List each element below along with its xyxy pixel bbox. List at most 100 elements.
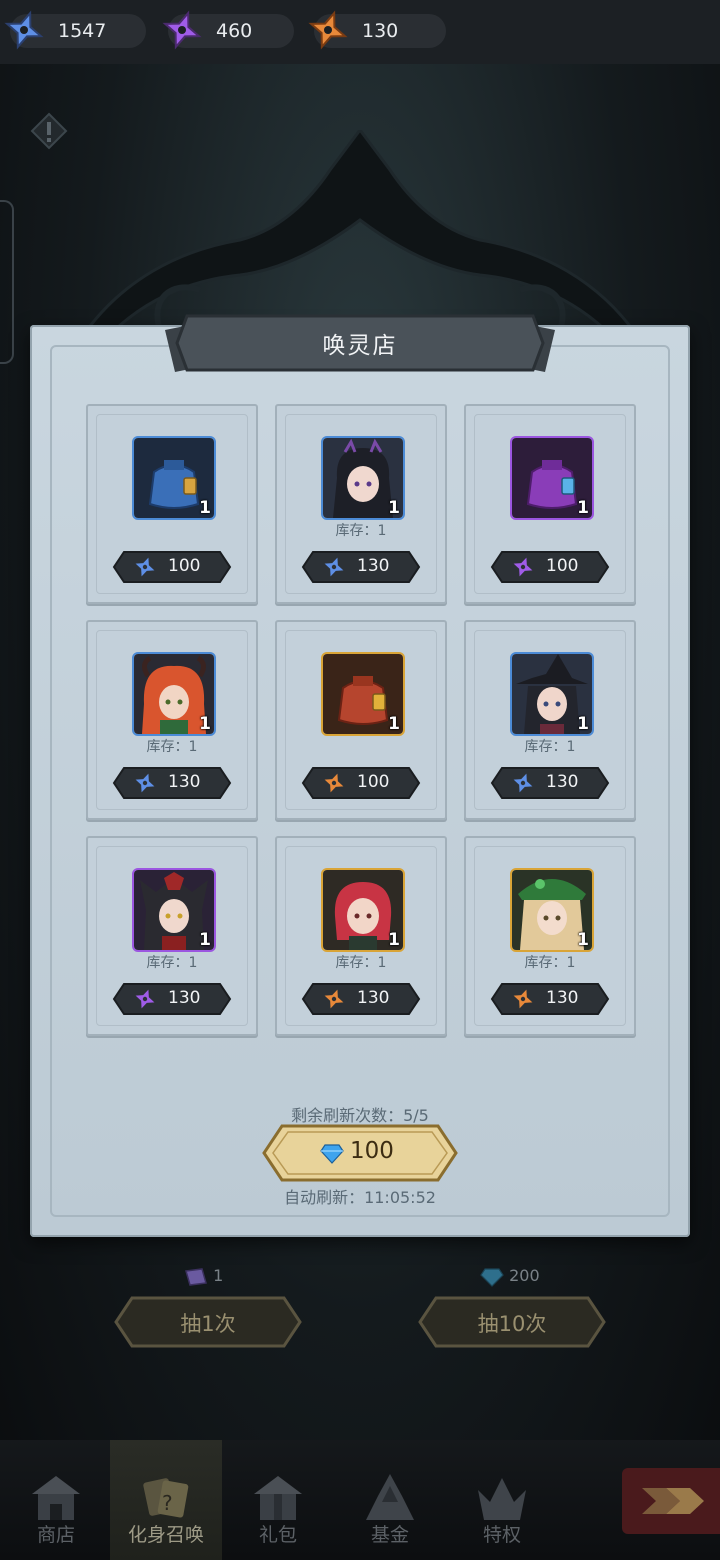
item-count: 1 [577, 930, 589, 950]
item-stock: 库存：1 [524, 955, 576, 971]
draw-one-cost-value: 1 [213, 1266, 224, 1285]
side-tab[interactable] [0, 200, 14, 364]
privilege-crown-icon [478, 1478, 526, 1520]
purple-shuriken-icon [135, 989, 155, 1009]
refresh-button[interactable]: 100 [262, 1124, 458, 1182]
resource-purple-shuriken[interactable]: 460 [162, 10, 294, 50]
orange-shuriken-icon [308, 10, 348, 50]
item-price: 100 [168, 556, 201, 576]
shop-item-card[interactable]: 1 100 [86, 404, 258, 604]
refresh-cost: 100 [350, 1138, 394, 1164]
shop-item-card[interactable]: 1 库存：1 130 [86, 620, 258, 820]
shop-item-icon: 1 [321, 436, 405, 520]
price-tag[interactable]: 130 [112, 766, 232, 800]
item-price: 100 [357, 772, 390, 792]
svg-text:?: ? [162, 1491, 173, 1515]
item-price: 130 [357, 988, 390, 1008]
resource-value: 130 [362, 20, 399, 42]
item-stock: 库存：1 [335, 955, 387, 971]
nav-label: 特权 [482, 1524, 521, 1546]
shop-item-icon: 1 [321, 868, 405, 952]
item-count: 1 [388, 498, 400, 518]
shop-item-icon: 1 [132, 436, 216, 520]
shop-item-card[interactable]: 1 库存：1 130 [275, 404, 447, 604]
item-stock: 库存：1 [146, 739, 198, 755]
item-stock: 库存：1 [524, 739, 576, 755]
blue-shuriken-icon [135, 773, 155, 793]
diamond-icon [480, 1267, 504, 1287]
shop-item-card[interactable]: 1 库存：1 130 [86, 836, 258, 1036]
nav-label: 化身召唤 [127, 1524, 204, 1546]
purple-shuriken-icon [513, 557, 533, 577]
shop-item-card[interactable]: 1 100 [275, 620, 447, 820]
price-tag[interactable]: 130 [301, 550, 421, 584]
orange-shuriken-icon [513, 989, 533, 1009]
nav-label: 商店 [36, 1524, 75, 1546]
item-count: 1 [199, 930, 211, 950]
orange-shuriken-icon [324, 989, 344, 1009]
item-price: 130 [168, 988, 201, 1008]
shop-item-card[interactable]: 1 100 [464, 404, 636, 604]
item-count: 1 [388, 930, 400, 950]
draw-ten-label: 抽10次 [477, 1312, 547, 1336]
item-price: 130 [357, 556, 390, 576]
resource-blue-shuriken[interactable]: 1547 [4, 10, 146, 50]
shop-item-icon: 1 [510, 652, 594, 736]
nav-label: 基金 [370, 1524, 409, 1546]
resource-value: 1547 [58, 20, 107, 42]
next-arrow-button[interactable] [622, 1468, 720, 1534]
item-price: 100 [546, 556, 579, 576]
item-count: 1 [199, 498, 211, 518]
blue-shuriken-icon [513, 773, 533, 793]
shop-item-icon: 1 [510, 436, 594, 520]
draw-one-cost: 1 [184, 1266, 223, 1287]
double-arrow-icon [642, 1488, 704, 1514]
nav-item[interactable]: 商店 [0, 1440, 112, 1560]
shop-title-banner: 唤灵店 [165, 310, 555, 376]
draw-one-button[interactable]: 抽1次 [114, 1296, 302, 1348]
price-tag[interactable]: 100 [490, 550, 610, 584]
draw-ten-cost-value: 200 [509, 1266, 540, 1285]
item-price: 130 [546, 772, 579, 792]
shop-item-card[interactable]: 1 库存：1 130 [464, 620, 636, 820]
blue-shuriken-icon [4, 10, 44, 50]
item-count: 1 [577, 498, 589, 518]
price-tag[interactable]: 100 [112, 550, 232, 584]
diamond-icon [320, 1144, 344, 1164]
price-tag[interactable]: 130 [490, 766, 610, 800]
nav-item[interactable]: 特权 [446, 1440, 558, 1560]
ticket-icon [185, 1267, 207, 1286]
price-tag[interactable]: 130 [490, 982, 610, 1016]
fund-icon [366, 1474, 414, 1520]
price-tag[interactable]: 130 [112, 982, 232, 1016]
summon-cards-icon: ? [143, 1478, 189, 1518]
item-price: 130 [168, 772, 201, 792]
nav-item[interactable]: 基金 [334, 1440, 446, 1560]
auto-refresh-timer: 自动刷新：11:05:52 [284, 1188, 436, 1207]
nav-label: 礼包 [258, 1524, 297, 1546]
item-price: 130 [546, 988, 579, 1008]
shop-item-icon: 1 [321, 652, 405, 736]
price-tag[interactable]: 130 [301, 982, 421, 1016]
resource-orange-shuriken[interactable]: 130 [308, 10, 446, 50]
draw-one-label: 抽1次 [180, 1312, 236, 1336]
shop-title: 唤灵店 [322, 333, 398, 359]
shop-item-card[interactable]: 1 库存：1 130 [464, 836, 636, 1036]
item-stock: 库存：1 [146, 955, 198, 971]
purple-shuriken-icon [162, 10, 202, 50]
nav-item[interactable]: ? 化身召唤 [110, 1440, 222, 1560]
resource-value: 460 [216, 20, 253, 42]
draw-ten-button[interactable]: 抽10次 [418, 1296, 606, 1348]
item-stock: 库存：1 [335, 523, 387, 539]
price-tag[interactable]: 100 [301, 766, 421, 800]
shop-item-icon: 1 [510, 868, 594, 952]
gift-pack-icon [254, 1476, 302, 1520]
draw-ten-cost: 200 [480, 1266, 540, 1287]
shop-item-card[interactable]: 1 库存：1 130 [275, 836, 447, 1036]
refresh-remaining-text: 剩余刷新次数：5/5 [291, 1106, 429, 1125]
shop-item-icon: 1 [132, 652, 216, 736]
nav-item[interactable]: 礼包 [222, 1440, 334, 1560]
blue-shuriken-icon [324, 557, 344, 577]
item-count: 1 [388, 714, 400, 734]
shop-item-icon: 1 [132, 868, 216, 952]
